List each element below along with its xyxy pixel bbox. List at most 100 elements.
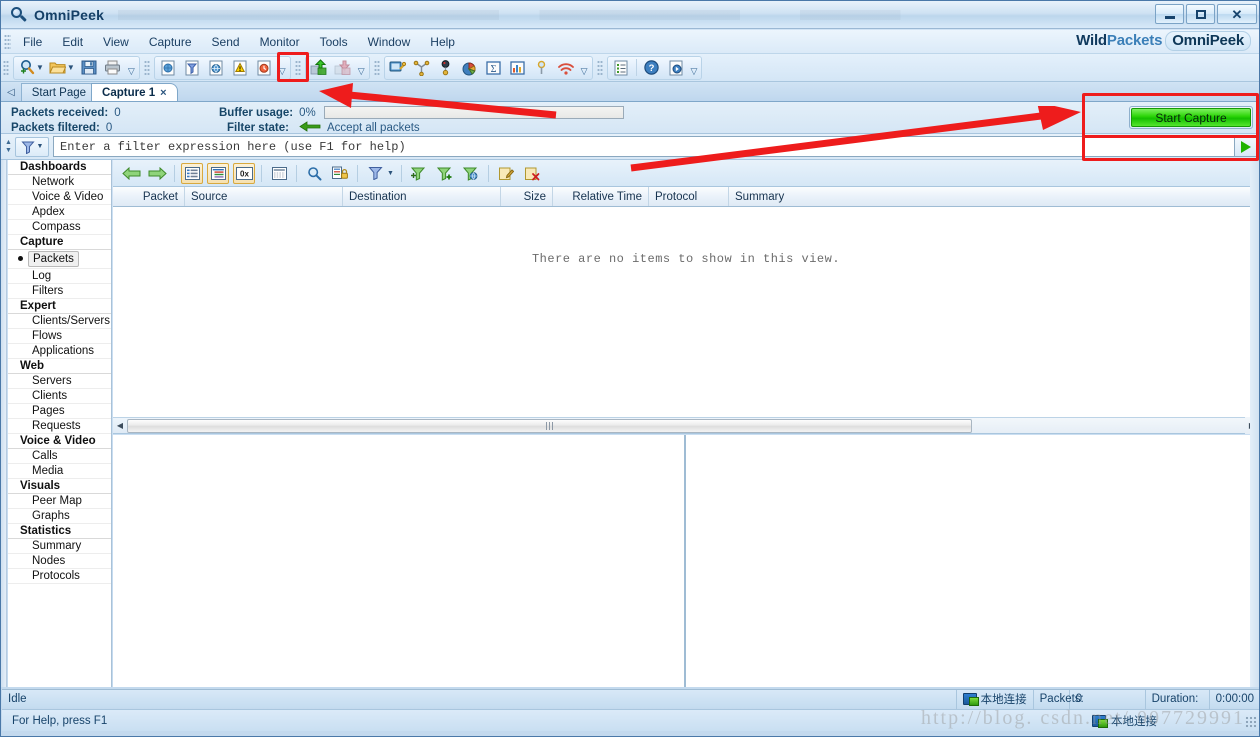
tab-capture-1[interactable]: Capture 1 ×	[91, 83, 178, 101]
next-packet-icon[interactable]	[146, 163, 168, 184]
hex-view-icon[interactable]: 0x	[233, 162, 255, 184]
name-table-icon[interactable]	[205, 57, 227, 79]
print-icon[interactable]	[102, 57, 124, 79]
insert-filter-icon[interactable]	[408, 163, 430, 184]
new-capture-icon[interactable]	[16, 57, 38, 79]
toolbar-grip-5-icon[interactable]	[596, 59, 603, 76]
save-icon[interactable]	[78, 57, 100, 79]
node-icon[interactable]	[531, 57, 553, 79]
toolbar-grip-2-icon[interactable]	[143, 59, 150, 76]
graphs-icon[interactable]	[507, 57, 529, 79]
minimize-button[interactable]	[1155, 4, 1184, 24]
previous-packet-icon[interactable]	[120, 163, 142, 184]
scroll-left-icon[interactable]: ◀	[113, 418, 127, 433]
filter-apply-button[interactable]	[1235, 136, 1258, 157]
sidebar-item-apdex[interactable]: Apdex	[8, 205, 111, 220]
filter-icon[interactable]	[364, 163, 386, 184]
toolbar-grip-1-icon[interactable]	[3, 59, 9, 76]
select-related-icon[interactable]	[387, 57, 409, 79]
pie-chart-icon[interactable]	[459, 57, 481, 79]
menu-item-file[interactable]: File	[13, 32, 52, 52]
menu-item-edit[interactable]: Edit	[52, 32, 93, 52]
sidebar-item-packets-row[interactable]: Packets	[8, 250, 111, 269]
apply-filter-icon[interactable]	[460, 163, 482, 184]
sidebar-item-servers[interactable]: Servers	[8, 374, 111, 389]
triggers-icon[interactable]	[253, 57, 275, 79]
delete-note-icon[interactable]	[521, 163, 543, 184]
sidebar-item-flows[interactable]: Flows	[8, 329, 111, 344]
column-header-source[interactable]: Source	[185, 187, 343, 206]
sidebar-item-peer-map[interactable]: Peer Map	[8, 494, 111, 509]
toolbar-overflow-1[interactable]: ▽	[128, 66, 135, 79]
menu-item-view[interactable]: View	[93, 32, 139, 52]
packet-list-horizontal-scrollbar[interactable]: ◀	[113, 417, 1259, 434]
sidebar-item-packets[interactable]: Packets	[28, 251, 79, 267]
lock-sort-icon[interactable]	[329, 163, 351, 184]
find-icon[interactable]	[303, 163, 325, 184]
sidebar-item-network[interactable]: Network	[8, 175, 111, 190]
sidebar-item-filters[interactable]: Filters	[8, 284, 111, 299]
readme-icon[interactable]	[665, 57, 687, 79]
column-header-relative-time[interactable]: Relative Time	[553, 187, 649, 206]
menu-item-send[interactable]: Send	[202, 32, 250, 52]
resize-grip-icon[interactable]	[1245, 716, 1257, 728]
layout-icon[interactable]	[268, 163, 290, 184]
menu-item-monitor[interactable]: Monitor	[250, 32, 310, 52]
open-folder-icon[interactable]	[47, 57, 69, 79]
filter-input[interactable]: Enter a filter expression here (use F1 f…	[53, 136, 1235, 157]
filter-dropdown-chevron-icon[interactable]: ▼	[387, 170, 394, 177]
toolbar-overflow-2[interactable]: ▽	[279, 66, 286, 79]
help-icon[interactable]: ?	[641, 57, 663, 79]
peer-map-icon[interactable]	[435, 57, 457, 79]
column-header-protocol[interactable]: Protocol	[649, 187, 729, 206]
scrollbar-track[interactable]	[972, 418, 1259, 433]
hex-pane[interactable]	[686, 435, 1259, 687]
sidebar-item-summary[interactable]: Summary	[8, 539, 111, 554]
filters-icon[interactable]	[181, 57, 203, 79]
sidebar-item-voice-video-dash[interactable]: Voice & Video	[8, 190, 111, 205]
stop-capture-icon[interactable]	[332, 57, 354, 79]
menu-item-capture[interactable]: Capture	[139, 32, 202, 52]
open-folder-dropdown-icon[interactable]: ▼	[67, 63, 75, 72]
column-header-packet[interactable]: Packet	[113, 187, 185, 206]
close-icon[interactable]: ×	[160, 87, 166, 99]
sidebar-item-applications[interactable]: Applications	[8, 344, 111, 359]
make-filter-icon[interactable]	[434, 163, 456, 184]
sidebar-item-protocols[interactable]: Protocols	[8, 569, 111, 584]
notes-icon[interactable]	[610, 57, 632, 79]
tab-start-page[interactable]: Start Page	[20, 83, 98, 101]
toolbar-overflow-4[interactable]: ▽	[581, 66, 588, 79]
expert-icon[interactable]	[411, 57, 433, 79]
packet-list-body[interactable]: There are no items to show in this view.	[113, 207, 1259, 417]
menu-item-tools[interactable]: Tools	[310, 32, 358, 52]
column-header-destination[interactable]: Destination	[343, 187, 501, 206]
sidebar-item-pages[interactable]: Pages	[8, 404, 111, 419]
sidebar-item-clients-servers[interactable]: Clients/Servers	[8, 314, 111, 329]
capture-options-icon[interactable]	[157, 57, 179, 79]
decode-pane[interactable]	[113, 435, 685, 687]
edit-note-icon[interactable]	[495, 163, 517, 184]
alarms-icon[interactable]	[229, 57, 251, 79]
toolbar-overflow-5[interactable]: ▽	[691, 66, 698, 79]
sidebar-item-calls[interactable]: Calls	[8, 449, 111, 464]
close-button[interactable]: ✕	[1217, 4, 1257, 24]
sidebar-item-compass[interactable]: Compass	[8, 220, 111, 235]
wireless-icon[interactable]	[555, 57, 577, 79]
sidebar-item-requests[interactable]: Requests	[8, 419, 111, 434]
toolbar-overflow-3[interactable]: ▽	[358, 66, 365, 79]
menu-item-window[interactable]: Window	[358, 32, 421, 52]
maximize-button[interactable]	[1186, 4, 1215, 24]
sidebar-item-clients[interactable]: Clients	[8, 389, 111, 404]
filter-dropdown-button[interactable]: ▼	[15, 136, 49, 157]
toolbar-grip-4-icon[interactable]	[373, 59, 380, 76]
sidebar-item-graphs[interactable]: Graphs	[8, 509, 111, 524]
column-header-summary[interactable]: Summary	[729, 187, 1259, 206]
scrollbar-thumb[interactable]	[127, 418, 972, 433]
column-header-size[interactable]: Size	[501, 187, 553, 206]
start-capture-button[interactable]: Start Capture	[1131, 108, 1251, 127]
menu-item-help[interactable]: Help	[420, 32, 465, 52]
toolbar-grip-3-icon[interactable]	[294, 59, 301, 76]
summary-stats-icon[interactable]: Σ	[483, 57, 505, 79]
decode-detail-icon[interactable]	[207, 162, 229, 184]
filter-spinner-icon[interactable]: ▲ ▼	[4, 138, 13, 156]
